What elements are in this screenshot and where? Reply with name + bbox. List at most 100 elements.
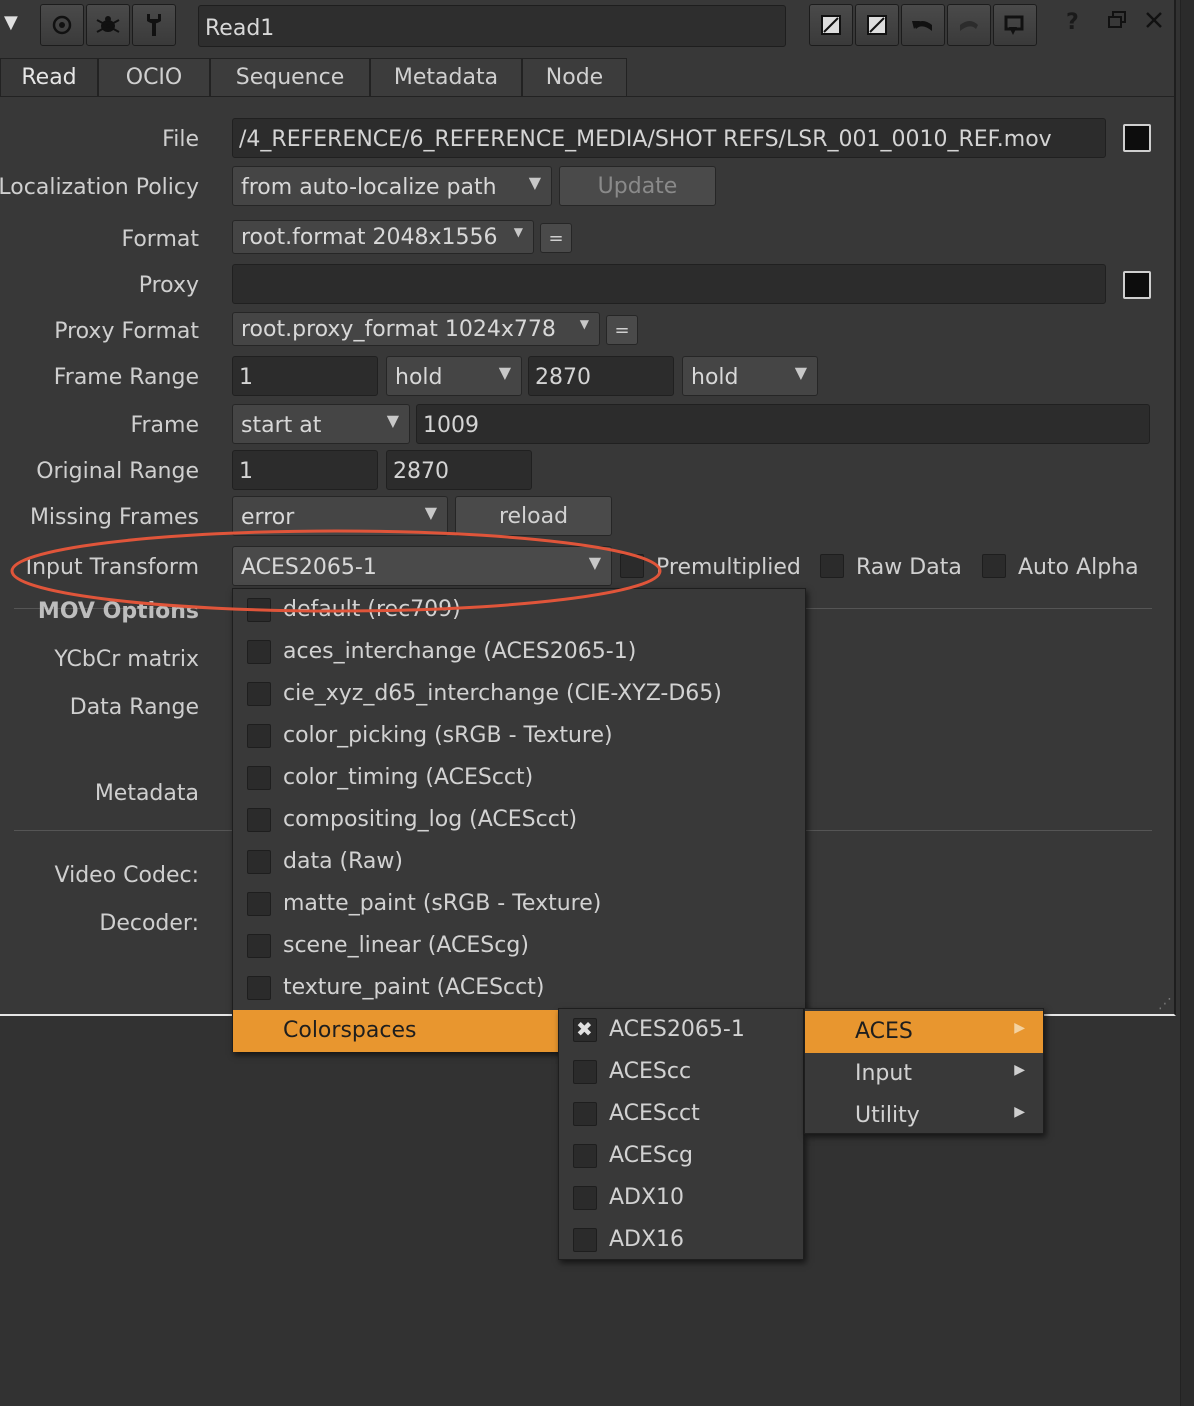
frame-range-end-mode-dropdown[interactable]: hold ▼ [682,356,818,396]
proxy-format-dropdown[interactable]: root.proxy_format 1024x778 ▼ [232,312,600,346]
input-transform-menu: default (rec709) aces_interchange (ACES2… [232,588,806,1052]
redo-icon[interactable] [947,4,991,46]
menu-item-data[interactable]: data (Raw) [233,841,805,883]
undo-icon[interactable] [901,4,945,46]
input-transform-dropdown[interactable]: ACES2065-1 ▼ [232,546,612,586]
menu-item-matte-paint[interactable]: matte_paint (sRGB - Texture) [233,883,805,925]
menu-item-color-picking[interactable]: color_picking (sRGB - Texture) [233,715,805,757]
menu-checkbox [573,1102,597,1126]
missing-frames-dropdown[interactable]: error ▼ [232,496,448,536]
float-panel-icon[interactable] [1107,10,1127,36]
premultiplied-checkbox[interactable] [620,554,644,578]
proxy-browse-icon[interactable] [1123,271,1151,299]
metadata-label: Metadata [94,781,199,806]
chevron-down-icon: ▼ [513,225,523,239]
format-label: Format [121,227,199,252]
scrollbar[interactable] [1180,0,1194,1406]
menu-checkbox [247,724,271,748]
menu-item-compositing-log[interactable]: compositing_log (ACEScct) [233,799,805,841]
file-browse-icon[interactable] [1123,124,1151,152]
chevron-down-icon: ▼ [424,503,437,522]
menu-item-texture-paint[interactable]: texture_paint (ACEScct) [233,967,805,1009]
category-item-aces[interactable]: ACES ▶ [805,1011,1043,1053]
revert-icon[interactable] [993,4,1037,46]
collapse-arrow-icon[interactable]: ▼ [4,12,18,33]
submenu-item-acescc[interactable]: ACEScc [559,1051,803,1093]
submenu-item-acescg[interactable]: ACEScg [559,1135,803,1177]
submenu-arrow-icon: ▶ [1014,1104,1025,1120]
menu-checkbox [247,598,271,622]
frame-range-start-mode-dropdown[interactable]: hold ▼ [386,356,522,396]
frame-mode-value: start at [241,413,322,438]
video-codec-label: Video Codec: [54,863,199,888]
auto-alpha-checkbox[interactable] [982,554,1006,578]
menu-checkbox [247,682,271,706]
chevron-down-icon: ▼ [588,553,601,572]
menu-item-color-timing[interactable]: color_timing (ACEScct) [233,757,805,799]
close-icon[interactable] [1144,10,1164,36]
proxy-format-edit-button[interactable]: = [606,315,638,345]
decoder-label: Decoder: [99,911,199,936]
color-swatch-icon[interactable] [809,4,853,46]
raw-data-checkbox[interactable] [820,554,844,578]
tab-ocio[interactable]: OCIO [98,58,210,96]
proxy-field[interactable] [232,264,1106,304]
original-range-label: Original Range [36,459,199,484]
menu-checkbox [573,1060,597,1084]
frame-range-start-mode-value: hold [395,365,443,390]
menu-checkbox-checked: ✖ [573,1017,597,1042]
raw-data-label: Raw Data [856,555,962,580]
node-name-field[interactable]: Read1 [198,5,786,47]
menu-item-aces-interchange[interactable]: aces_interchange (ACES2065-1) [233,631,805,673]
chevron-down-icon: ▼ [579,317,589,331]
frame-label: Frame [130,413,199,438]
reload-button[interactable]: reload [455,496,612,536]
check-x-icon: ✖ [576,1017,593,1041]
submenu-item-adx16[interactable]: ADX16 [559,1219,803,1261]
help-icon[interactable]: ? [1066,10,1079,35]
file-field[interactable]: /4_REFERENCE/6_REFERENCE_MEDIA/SHOT REFS… [232,118,1106,158]
menu-item-scene-linear[interactable]: scene_linear (ACEScg) [233,925,805,967]
tab-node[interactable]: Node [522,58,627,96]
localization-policy-dropdown[interactable]: from auto-localize path ▼ [232,166,552,206]
frame-range-start-field[interactable]: 1 [232,356,378,396]
menu-checkbox [247,976,271,1000]
menu-checkbox [573,1186,597,1210]
menu-checkbox [247,640,271,664]
format-edit-button[interactable]: = [540,223,572,253]
chevron-down-icon: ▼ [498,363,511,382]
input-transform-label: Input Transform [25,555,199,580]
update-button[interactable]: Update [559,166,716,206]
proxy-format-label: Proxy Format [54,319,199,344]
tab-metadata[interactable]: Metadata [370,58,522,96]
menu-checkbox [247,766,271,790]
menu-checkbox [247,850,271,874]
resize-grip-icon[interactable]: ⋰ [1158,996,1172,1012]
submenu-item-acescct[interactable]: ACEScct [559,1093,803,1135]
chevron-down-icon: ▼ [794,363,807,382]
format-dropdown[interactable]: root.format 2048x1556 ▼ [232,220,534,254]
wrench-icon[interactable] [132,4,176,46]
menu-checkbox [573,1144,597,1168]
tab-sequence[interactable]: Sequence [210,58,370,96]
original-range-end-field[interactable]: 2870 [386,450,532,490]
frame-value-field[interactable]: 1009 [416,404,1150,444]
frame-range-end-field[interactable]: 2870 [528,356,674,396]
tab-divider [0,96,1174,97]
colorspace-category-submenu: ACES ▶ Input ▶ Utility ▶ [804,1008,1044,1134]
bug-icon[interactable] [86,4,130,46]
submenu-item-adx10[interactable]: ADX10 [559,1177,803,1219]
category-item-input[interactable]: Input ▶ [805,1053,1043,1095]
menu-checkbox [247,892,271,916]
tab-read[interactable]: Read [0,58,98,96]
frame-mode-dropdown[interactable]: start at ▼ [232,404,410,444]
color-swatch-2-icon[interactable] [855,4,899,46]
menu-item-cie-xyz[interactable]: cie_xyz_d65_interchange (CIE-XYZ-D65) [233,673,805,715]
original-range-start-field[interactable]: 1 [232,450,378,490]
missing-frames-value: error [241,505,295,530]
category-item-utility[interactable]: Utility ▶ [805,1095,1043,1137]
submenu-item-aces2065-1[interactable]: ✖ ACES2065-1 [559,1009,803,1051]
menu-item-default[interactable]: default (rec709) [233,589,805,631]
localization-policy-value: from auto-localize path [241,175,497,200]
center-node-icon[interactable] [40,4,84,46]
